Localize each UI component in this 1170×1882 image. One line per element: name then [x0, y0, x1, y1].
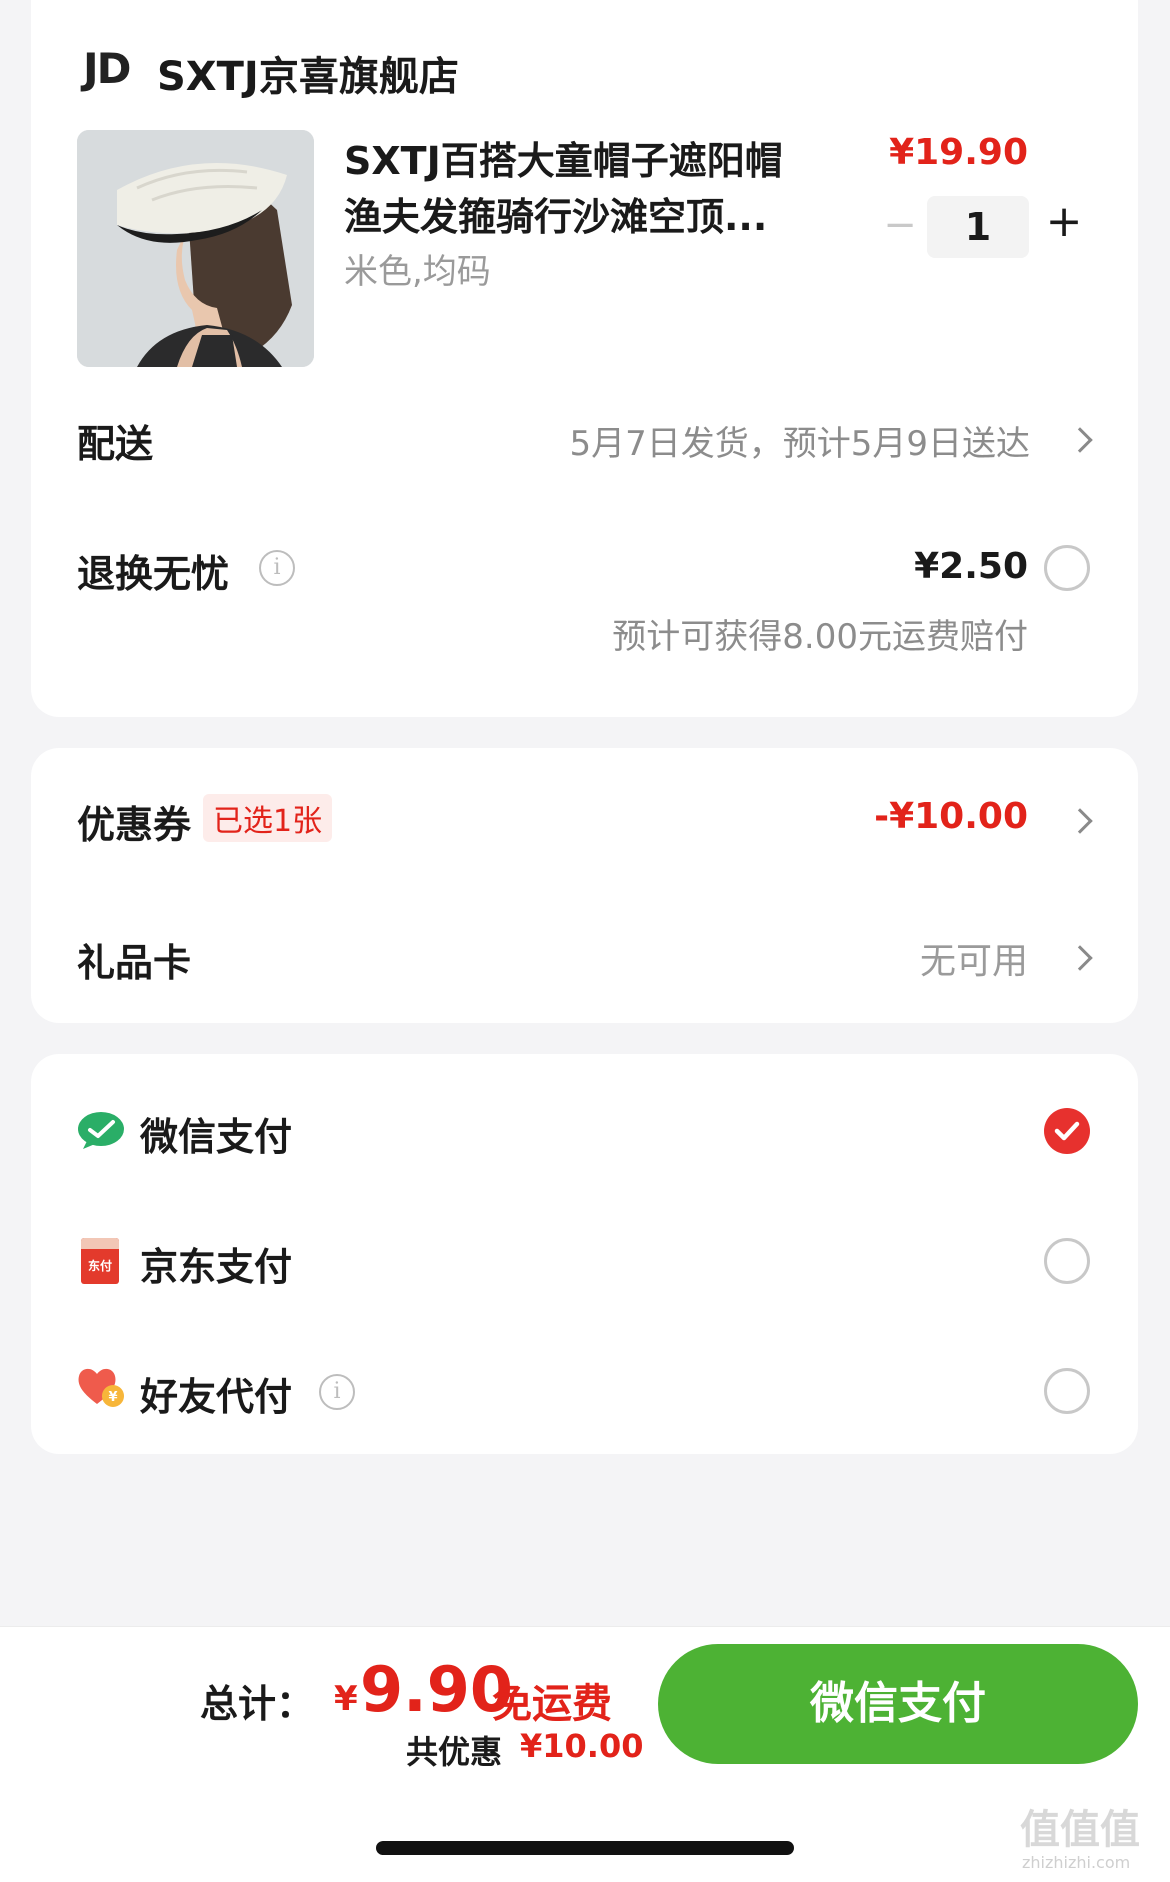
- return-insurance-price: ¥2.50: [914, 546, 1028, 587]
- discount-card: 优惠券 已选1张 -¥10.00 礼品卡 无可用: [31, 748, 1138, 1023]
- payment-radio-wechat[interactable]: [1044, 1108, 1090, 1154]
- total-currency: ¥: [334, 1679, 358, 1719]
- payment-option-friend[interactable]: ¥ 好友代付 i: [31, 1334, 1138, 1444]
- home-indicator: [376, 1841, 794, 1855]
- return-insurance-note: 预计可获得8.00元运费赔付: [612, 617, 1028, 657]
- payment-card: 微信支付 东付 京东支付 ¥ 好友代付 i: [31, 1054, 1138, 1454]
- jd-pay-icon: 东付: [81, 1238, 119, 1284]
- checkout-bar: 总计： ¥ 9.90 免运费 共优惠 ¥10.00 微信支付 值值值 zhizh…: [0, 1626, 1170, 1882]
- wechat-pay-icon: [78, 1112, 124, 1149]
- product-title-line1[interactable]: SXTJ百搭大童帽子遮阳帽: [344, 130, 783, 185]
- payment-label-friend: 好友代付: [140, 1375, 293, 1419]
- payment-label-jd: 京东支付: [140, 1245, 293, 1289]
- payment-label-wechat: 微信支付: [140, 1115, 293, 1159]
- product-title-line2[interactable]: 渔夫发箍骑行沙滩空顶...: [344, 186, 767, 241]
- payment-radio-jd[interactable]: [1044, 1238, 1090, 1284]
- return-insurance-label: 退换无忧: [77, 552, 230, 596]
- product-spec: 米色,均码: [344, 252, 491, 292]
- product-photo-illustration: [77, 130, 314, 367]
- info-icon[interactable]: i: [259, 550, 295, 586]
- coupon-chevron-icon[interactable]: [1067, 808, 1093, 834]
- discount-amount: ¥10.00: [520, 1727, 644, 1765]
- gift-card-chevron-icon[interactable]: [1067, 945, 1093, 971]
- payment-option-wechat[interactable]: 微信支付: [31, 1074, 1138, 1184]
- delivery-value[interactable]: 5月7日发货，预计5月9日送达: [569, 416, 1030, 465]
- return-insurance-radio[interactable]: [1044, 545, 1090, 591]
- friend-pay-info-icon[interactable]: i: [319, 1374, 355, 1410]
- shop-name[interactable]: SXTJ京喜旗舰店: [157, 44, 459, 102]
- quantity-decrease-button[interactable]: −: [875, 202, 925, 248]
- coupon-badge: 已选1张: [203, 794, 333, 842]
- coupon-label: 优惠券: [77, 803, 192, 847]
- quantity-value[interactable]: 1: [927, 196, 1029, 258]
- watermark-text: 值值值: [1020, 1807, 1140, 1853]
- payment-radio-friend[interactable]: [1044, 1368, 1090, 1414]
- total-amount: 9.90: [360, 1653, 513, 1726]
- product-price: ¥19.90: [889, 132, 1028, 173]
- jd-pay-icon-text: 东付: [87, 1259, 112, 1273]
- jd-logo: JD: [83, 44, 131, 93]
- product-image[interactable]: [77, 130, 314, 367]
- coupon-value[interactable]: -¥10.00: [874, 796, 1028, 837]
- watermark-url: zhizhizhi.com: [1022, 1853, 1131, 1872]
- gift-card-value[interactable]: 无可用: [920, 932, 1028, 984]
- friend-pay-icon: ¥: [78, 1368, 124, 1407]
- total-label: 总计：: [200, 1682, 315, 1726]
- free-shipping-label: 免运费: [492, 1681, 612, 1727]
- gift-card-label: 礼品卡: [77, 941, 192, 985]
- pay-button[interactable]: 微信支付: [658, 1644, 1138, 1764]
- order-card: JD SXTJ京喜旗舰店 SXTJ百搭大童帽子遮阳帽 渔夫发箍骑行沙滩空顶...…: [31, 0, 1138, 717]
- payment-option-jd[interactable]: 东付 京东支付: [31, 1204, 1138, 1314]
- delivery-chevron-icon[interactable]: [1067, 427, 1093, 453]
- delivery-label: 配送: [77, 422, 154, 466]
- quantity-increase-button[interactable]: +: [1039, 196, 1089, 247]
- checkmark-icon: [1054, 1121, 1080, 1141]
- friend-pay-icon-text: ¥: [108, 1390, 117, 1405]
- discount-label: 共优惠: [406, 1733, 503, 1771]
